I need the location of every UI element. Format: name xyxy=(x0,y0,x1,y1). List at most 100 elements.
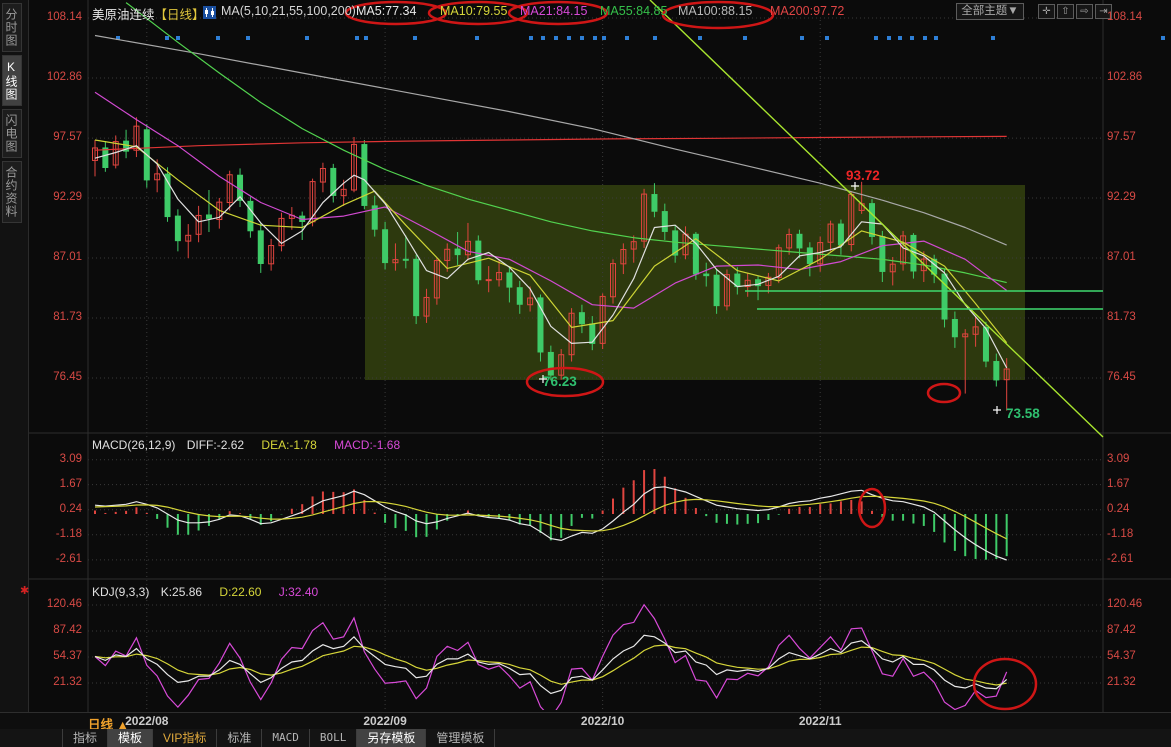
bottom-tab-指标[interactable]: 指标 xyxy=(62,729,107,747)
scroll-right-icon[interactable]: ⇨ xyxy=(1076,4,1093,19)
chart-header: 美原油连续【日线】 MA(5,10,21,55,100,200) MA5:77.… xyxy=(0,0,1171,26)
kdj-d-value: D:22.60 xyxy=(219,585,261,599)
event-marker-dot[interactable] xyxy=(653,36,657,40)
macd-name: MACD(26,12,9) xyxy=(92,438,175,452)
axis-tick-label: 0.24 xyxy=(2,503,82,515)
bottom-tab-bar: 指标模板VIP指标标准MACDBOLL另存模板管理模板 xyxy=(0,729,1171,747)
candle xyxy=(538,298,543,352)
candle xyxy=(942,274,947,319)
candle xyxy=(662,212,667,232)
axis-tick-label: 102.86 xyxy=(2,71,82,83)
event-marker-dot[interactable] xyxy=(923,36,927,40)
axis-tick-label: 54.37 xyxy=(1107,650,1171,662)
axis-tick-label: 54.37 xyxy=(2,650,82,662)
candle xyxy=(548,352,553,375)
event-marker-dot[interactable] xyxy=(364,36,368,40)
event-marker-dot[interactable] xyxy=(413,36,417,40)
time-axis-row: 日线 ▲ 2022/082022/092022/102022/11 xyxy=(0,712,1171,730)
event-marker-dot[interactable] xyxy=(800,36,804,40)
event-marker-dot[interactable] xyxy=(554,36,558,40)
bottom-tab-管理模板[interactable]: 管理模板 xyxy=(425,729,495,747)
candle xyxy=(248,201,253,230)
event-marker-dot[interactable] xyxy=(475,36,479,40)
event-marker-dot[interactable] xyxy=(529,36,533,40)
event-marker-dot[interactable] xyxy=(541,36,545,40)
event-marker-dot[interactable] xyxy=(1161,36,1165,40)
kdj-k-value: K:25.86 xyxy=(161,585,202,599)
bottom-tab-MACD[interactable]: MACD xyxy=(261,729,309,747)
candle xyxy=(579,313,584,324)
candle xyxy=(714,275,719,305)
ma-parameters: MA(5,10,21,55,100,200) xyxy=(221,4,356,18)
event-marker-dot[interactable] xyxy=(165,36,169,40)
event-marker-dot[interactable] xyxy=(625,36,629,40)
axis-tick-label: 120.46 xyxy=(2,598,82,610)
ma-value: MA21:84.15 xyxy=(520,4,587,18)
month-label: 2022/08 xyxy=(125,714,168,728)
axis-tick-label: 97.57 xyxy=(2,131,82,143)
ma-value: MA100:88.15 xyxy=(678,4,752,18)
axis-tick-label: 102.86 xyxy=(1107,71,1171,83)
month-label: 2022/09 xyxy=(363,714,406,728)
kdj-indicator-label: KDJ(9,3,3) K:25.86 D:22.60 J:32.40 xyxy=(92,585,318,599)
axis-tick-label: 92.29 xyxy=(2,191,82,203)
macd-indicator-label: MACD(26,12,9) DIFF:-2.62 DEA:-1.78 MACD:… xyxy=(92,438,400,452)
macd-dea-value: DEA:-1.78 xyxy=(261,438,316,452)
candle xyxy=(175,216,180,241)
event-marker-dot[interactable] xyxy=(567,36,571,40)
bottom-tab-标准[interactable]: 标准 xyxy=(216,729,261,747)
event-marker-dot[interactable] xyxy=(176,36,180,40)
bottom-tab-BOLL[interactable]: BOLL xyxy=(309,729,357,747)
axis-tick-label: 92.29 xyxy=(1107,191,1171,203)
event-marker-dot[interactable] xyxy=(698,36,702,40)
event-marker-dot[interactable] xyxy=(216,36,220,40)
event-marker-dot[interactable] xyxy=(898,36,902,40)
candle xyxy=(838,224,843,245)
event-marker-dot[interactable] xyxy=(355,36,359,40)
event-marker-dot[interactable] xyxy=(825,36,829,40)
axis-tick-label: 76.45 xyxy=(2,371,82,383)
candle xyxy=(870,204,875,237)
event-marker-dot[interactable] xyxy=(874,36,878,40)
axis-tick-label: -2.61 xyxy=(1107,553,1171,565)
theme-select-button[interactable]: 全部主题▼ xyxy=(956,3,1024,20)
event-marker-dot[interactable] xyxy=(887,36,891,40)
axis-tick-label: 21.32 xyxy=(2,676,82,688)
event-marker-dot[interactable] xyxy=(602,36,606,40)
event-marker-dot[interactable] xyxy=(593,36,597,40)
candle xyxy=(103,148,108,168)
event-marker-dot[interactable] xyxy=(934,36,938,40)
candle xyxy=(807,248,812,264)
red-asterisk-marker-icon: ✱ xyxy=(20,584,29,597)
axis-tick-label: 87.01 xyxy=(2,251,82,263)
event-marker-dot[interactable] xyxy=(246,36,250,40)
bottom-tab-VIP指标[interactable]: VIP指标 xyxy=(152,729,216,747)
axis-tick-label: 108.14 xyxy=(1107,11,1171,23)
axis-tick-label: 81.73 xyxy=(1107,311,1171,323)
scroll-up-icon[interactable]: ⇧ xyxy=(1057,4,1074,19)
highlight-region xyxy=(365,185,1025,380)
event-marker-dot[interactable] xyxy=(991,36,995,40)
candle xyxy=(486,280,491,281)
axis-tick-label: 3.09 xyxy=(2,453,82,465)
latest-low-callout: 73.58 xyxy=(1006,406,1040,421)
month-label: 2022/11 xyxy=(799,714,842,728)
event-marker-dot[interactable] xyxy=(743,36,747,40)
candle xyxy=(952,319,957,336)
axis-tick-label: 87.01 xyxy=(1107,251,1171,263)
bottom-tab-模板[interactable]: 模板 xyxy=(107,729,152,747)
ma-value: MA200:97.72 xyxy=(770,4,844,18)
kdj-j-value: J:32.40 xyxy=(279,585,318,599)
candle xyxy=(880,237,885,272)
event-marker-dot[interactable] xyxy=(910,36,914,40)
candle xyxy=(206,215,211,218)
candle xyxy=(652,195,657,212)
chart-canvas[interactable] xyxy=(0,0,1171,747)
event-marker-dot[interactable] xyxy=(580,36,584,40)
crosshair-icon[interactable]: ✛ xyxy=(1038,4,1055,19)
candle xyxy=(383,230,388,263)
bottom-tab-另存模板[interactable]: 另存模板 xyxy=(356,729,425,747)
ma-value: MA5:77.34 xyxy=(356,4,416,18)
event-marker-dot[interactable] xyxy=(305,36,309,40)
candle xyxy=(455,249,460,255)
